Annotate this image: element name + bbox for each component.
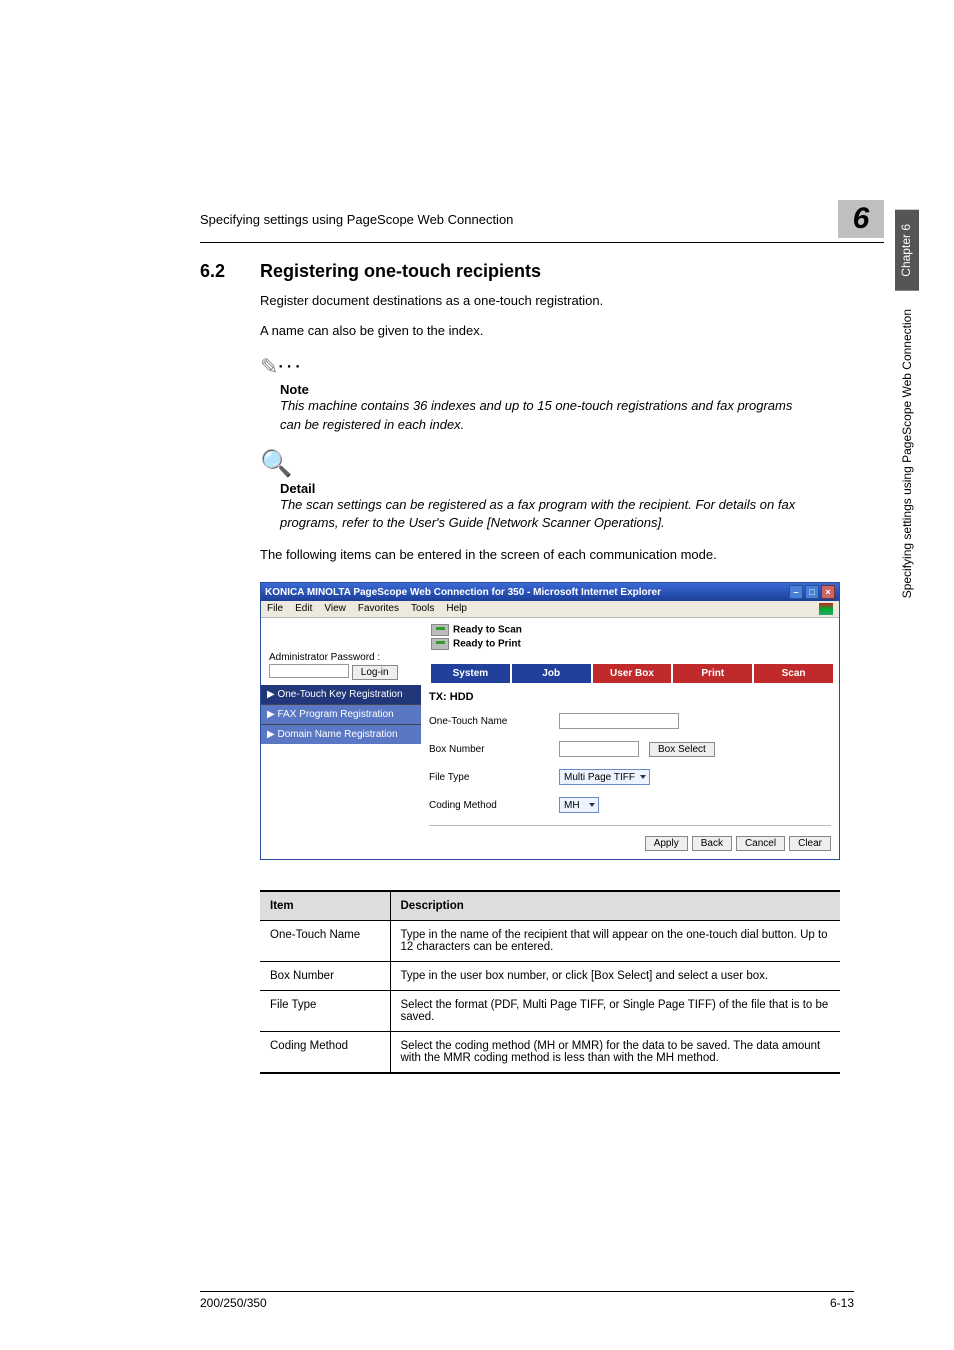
- tab-job[interactable]: Job: [512, 664, 591, 683]
- table-cell-desc: Select the format (PDF, Multi Page TIFF,…: [390, 991, 840, 1032]
- menu-favorites[interactable]: Favorites: [358, 603, 399, 615]
- section-heading: 6.2 Registering one-touch recipients: [200, 261, 800, 282]
- main-panel: TX: HDD One-Touch Name Box Number Box Se…: [421, 685, 839, 859]
- body-paragraph: The following items can be entered in th…: [260, 546, 800, 564]
- panel-title: TX: HDD: [429, 691, 831, 703]
- magnifier-icon: 🔍: [260, 448, 292, 478]
- table-cell-desc: Type in the name of the recipient that w…: [390, 921, 840, 962]
- table-cell-item: One-Touch Name: [260, 921, 390, 962]
- tab-user-box[interactable]: User Box: [593, 664, 672, 683]
- footer-left: 200/250/350: [200, 1296, 267, 1310]
- table-cell-desc: Select the coding method (MH or MMR) for…: [390, 1032, 840, 1074]
- nav-fax-program[interactable]: ▶ FAX Program Registration: [261, 704, 421, 724]
- tab-system[interactable]: System: [431, 664, 510, 683]
- side-tab: Chapter 6 Specifying settings using Page…: [892, 210, 922, 604]
- nav-domain-name[interactable]: ▶ Domain Name Registration: [261, 724, 421, 744]
- cancel-button[interactable]: Cancel: [736, 836, 785, 851]
- table-cell-item: Box Number: [260, 962, 390, 991]
- back-button[interactable]: Back: [692, 836, 732, 851]
- page-footer: 200/250/350 6-13: [200, 1291, 854, 1310]
- admin-password-input[interactable]: [269, 664, 349, 678]
- input-box-number[interactable]: [559, 741, 639, 757]
- label-file-type: File Type: [429, 772, 559, 783]
- menu-help[interactable]: Help: [446, 603, 467, 615]
- box-select-button[interactable]: Box Select: [649, 742, 715, 757]
- side-tab-title: Specifying settings using PageScope Web …: [900, 303, 914, 604]
- menu-file[interactable]: File: [267, 603, 283, 615]
- header-title: Specifying settings using PageScope Web …: [200, 212, 513, 227]
- printer-icon: [431, 638, 449, 650]
- select-file-type[interactable]: Multi Page TIFF: [559, 769, 650, 785]
- body-paragraph: Register document destinations as a one-…: [260, 292, 800, 310]
- section-number: 6.2: [200, 261, 240, 282]
- window-titlebar: KONICA MINOLTA PageScope Web Connection …: [261, 583, 839, 601]
- maximize-icon[interactable]: □: [805, 585, 819, 599]
- login-button[interactable]: Log-in: [352, 665, 398, 680]
- detail-heading: Detail: [280, 481, 800, 496]
- apply-button[interactable]: Apply: [645, 836, 688, 851]
- description-table: Item Description One-Touch Name Type in …: [260, 890, 840, 1074]
- main-tabs: System Job User Box Print Scan: [431, 664, 833, 683]
- status-scan: Ready to Scan: [453, 625, 522, 636]
- table-row: One-Touch Name Type in the name of the r…: [260, 921, 840, 962]
- menu-tools[interactable]: Tools: [411, 603, 434, 615]
- tab-print[interactable]: Print: [673, 664, 752, 683]
- detail-block: 🔍 Detail The scan settings can be regist…: [260, 448, 800, 532]
- table-cell-desc: Type in the user box number, or click [B…: [390, 962, 840, 991]
- minimize-icon[interactable]: –: [789, 585, 803, 599]
- nav-one-touch[interactable]: ▶ One-Touch Key Registration: [261, 685, 421, 704]
- browser-window: KONICA MINOLTA PageScope Web Connection …: [260, 582, 840, 860]
- select-coding-method[interactable]: MH: [559, 797, 599, 813]
- label-box-number: Box Number: [429, 744, 559, 755]
- note-block: ✎... Note This machine contains 36 index…: [260, 354, 800, 433]
- table-header-description: Description: [390, 891, 840, 921]
- menu-edit[interactable]: Edit: [295, 603, 312, 615]
- pencil-icon: ✎: [260, 354, 278, 379]
- note-body: This machine contains 36 indexes and up …: [280, 397, 800, 433]
- admin-password-label: Administrator Password :: [269, 652, 431, 663]
- clear-button[interactable]: Clear: [789, 836, 831, 851]
- chapter-number: 6: [838, 200, 884, 238]
- label-coding-method: Coding Method: [429, 800, 559, 811]
- status-print: Ready to Print: [453, 639, 521, 650]
- side-nav: ▶ One-Touch Key Registration ▶ FAX Progr…: [261, 685, 421, 859]
- footer-right: 6-13: [830, 1296, 854, 1310]
- section-title: Registering one-touch recipients: [260, 261, 541, 282]
- detail-body: The scan settings can be registered as a…: [280, 496, 800, 532]
- note-heading: Note: [280, 382, 800, 397]
- browser-menubar: File Edit View Favorites Tools Help: [261, 601, 839, 618]
- label-one-touch-name: One-Touch Name: [429, 716, 559, 727]
- input-one-touch-name[interactable]: [559, 713, 679, 729]
- note-dots: ...: [278, 355, 303, 372]
- close-icon[interactable]: ×: [821, 585, 835, 599]
- table-row: File Type Select the format (PDF, Multi …: [260, 991, 840, 1032]
- ie-logo-icon: [819, 603, 833, 615]
- table-row: Coding Method Select the coding method (…: [260, 1032, 840, 1074]
- printer-icon: [431, 624, 449, 636]
- table-header-item: Item: [260, 891, 390, 921]
- table-row: Box Number Type in the user box number, …: [260, 962, 840, 991]
- window-title: KONICA MINOLTA PageScope Web Connection …: [265, 587, 661, 598]
- table-cell-item: Coding Method: [260, 1032, 390, 1074]
- side-tab-chapter: Chapter 6: [895, 210, 919, 291]
- page-header: Specifying settings using PageScope Web …: [200, 200, 884, 243]
- button-row: Apply Back Cancel Clear: [429, 825, 831, 851]
- menu-view[interactable]: View: [324, 603, 346, 615]
- table-cell-item: File Type: [260, 991, 390, 1032]
- tab-scan[interactable]: Scan: [754, 664, 833, 683]
- body-paragraph: A name can also be given to the index.: [260, 322, 800, 340]
